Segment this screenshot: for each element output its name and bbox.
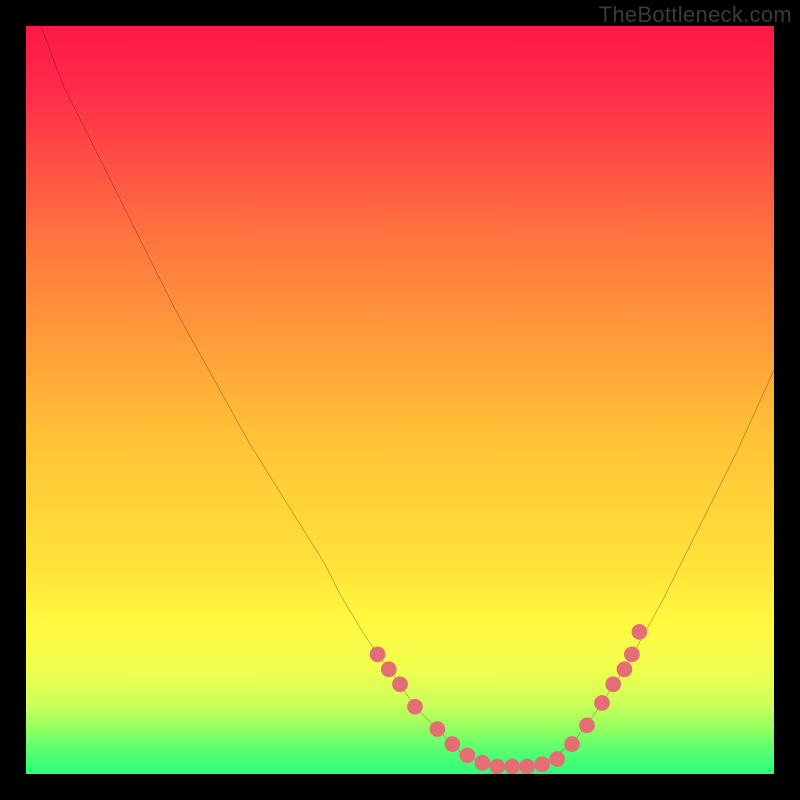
marker-dot <box>617 661 633 677</box>
marker-dot <box>392 676 408 692</box>
marker-dot <box>489 759 505 774</box>
marker-dot <box>534 756 550 772</box>
marker-dot <box>504 759 520 774</box>
marker-dot <box>624 646 640 662</box>
watermark-text: TheBottleneck.com <box>599 2 792 28</box>
marker-dot <box>549 751 565 767</box>
marker-dot <box>407 699 423 715</box>
marker-dot <box>579 718 595 734</box>
chart-frame: TheBottleneck.com <box>0 0 800 800</box>
marker-dot <box>459 747 475 763</box>
marker-dot <box>594 695 610 711</box>
marker-dot <box>430 721 446 737</box>
marker-dot <box>370 646 386 662</box>
marker-dot <box>632 624 648 640</box>
marker-dot <box>564 736 580 752</box>
marker-dot <box>474 755 490 771</box>
marker-dot <box>519 759 535 774</box>
gradient-background <box>26 26 774 774</box>
marker-dot <box>381 661 397 677</box>
bottleneck-chart <box>26 26 774 774</box>
marker-dot <box>605 676 621 692</box>
marker-dot <box>445 736 461 752</box>
